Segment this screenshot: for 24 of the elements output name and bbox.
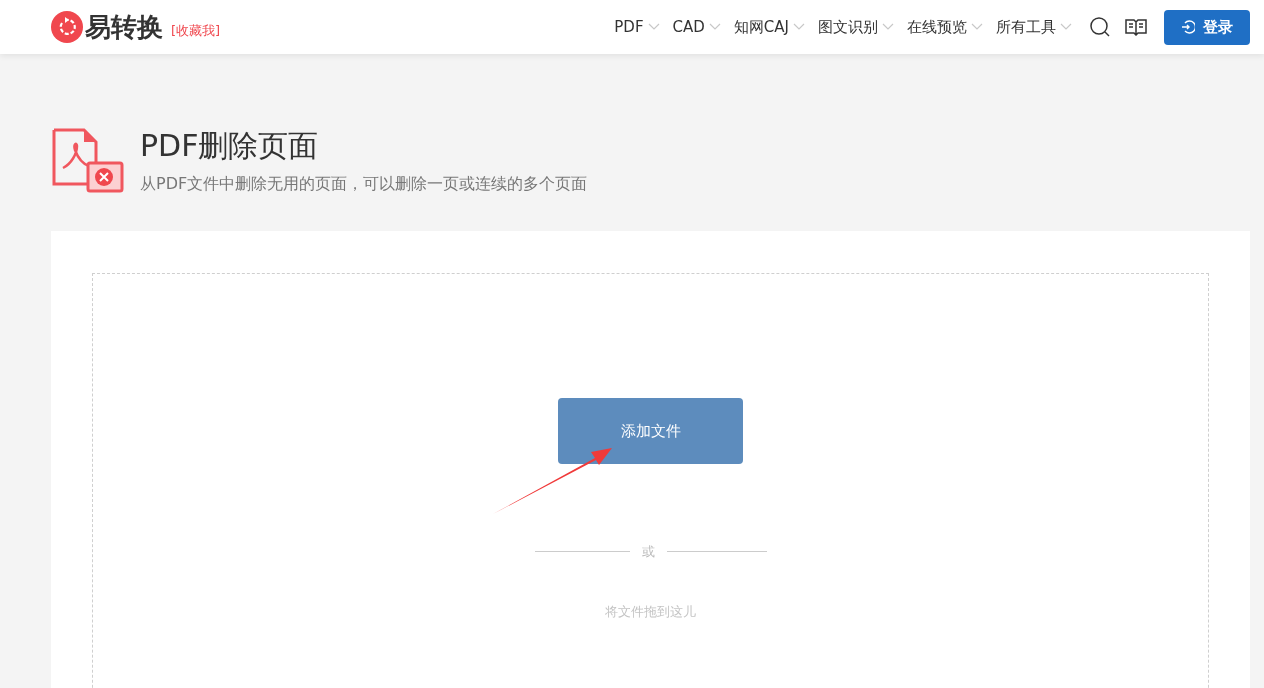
- chevron-down-icon: [793, 23, 805, 31]
- bookmark-link[interactable]: [收藏我]: [171, 21, 221, 41]
- logo-icon: [51, 11, 83, 43]
- login-button[interactable]: 登录: [1164, 9, 1250, 45]
- or-divider-text: 或: [640, 543, 656, 561]
- page-title: PDF删除页面: [140, 127, 320, 165]
- nav-menu-item[interactable]: PDF: [614, 15, 660, 39]
- nav-menu-item[interactable]: 所有工具: [996, 15, 1072, 39]
- pdf-delete-icon: [51, 128, 125, 194]
- search-icon[interactable]: [1089, 16, 1111, 38]
- page-subtitle: 从PDF文件中删除无用的页面，可以删除一页或连续的多个页面: [140, 173, 588, 195]
- chevron-down-icon: [647, 23, 660, 31]
- chevron-down-icon: [708, 23, 721, 31]
- logo-text[interactable]: 易转换: [85, 7, 163, 47]
- nav-menu-item[interactable]: 知网CAJ: [733, 15, 805, 39]
- nav-menu-item[interactable]: CAD: [672, 15, 721, 39]
- login-icon: [1181, 20, 1195, 34]
- chevron-down-icon: [971, 23, 983, 31]
- chevron-down-icon: [882, 23, 894, 31]
- chevron-down-icon: [1060, 23, 1072, 31]
- add-file-button[interactable]: 添加文件: [558, 398, 743, 464]
- nav-menu-item[interactable]: 在线预览: [907, 15, 983, 39]
- book-icon[interactable]: [1125, 18, 1147, 36]
- nav-menu-item[interactable]: 图文识别: [818, 15, 894, 39]
